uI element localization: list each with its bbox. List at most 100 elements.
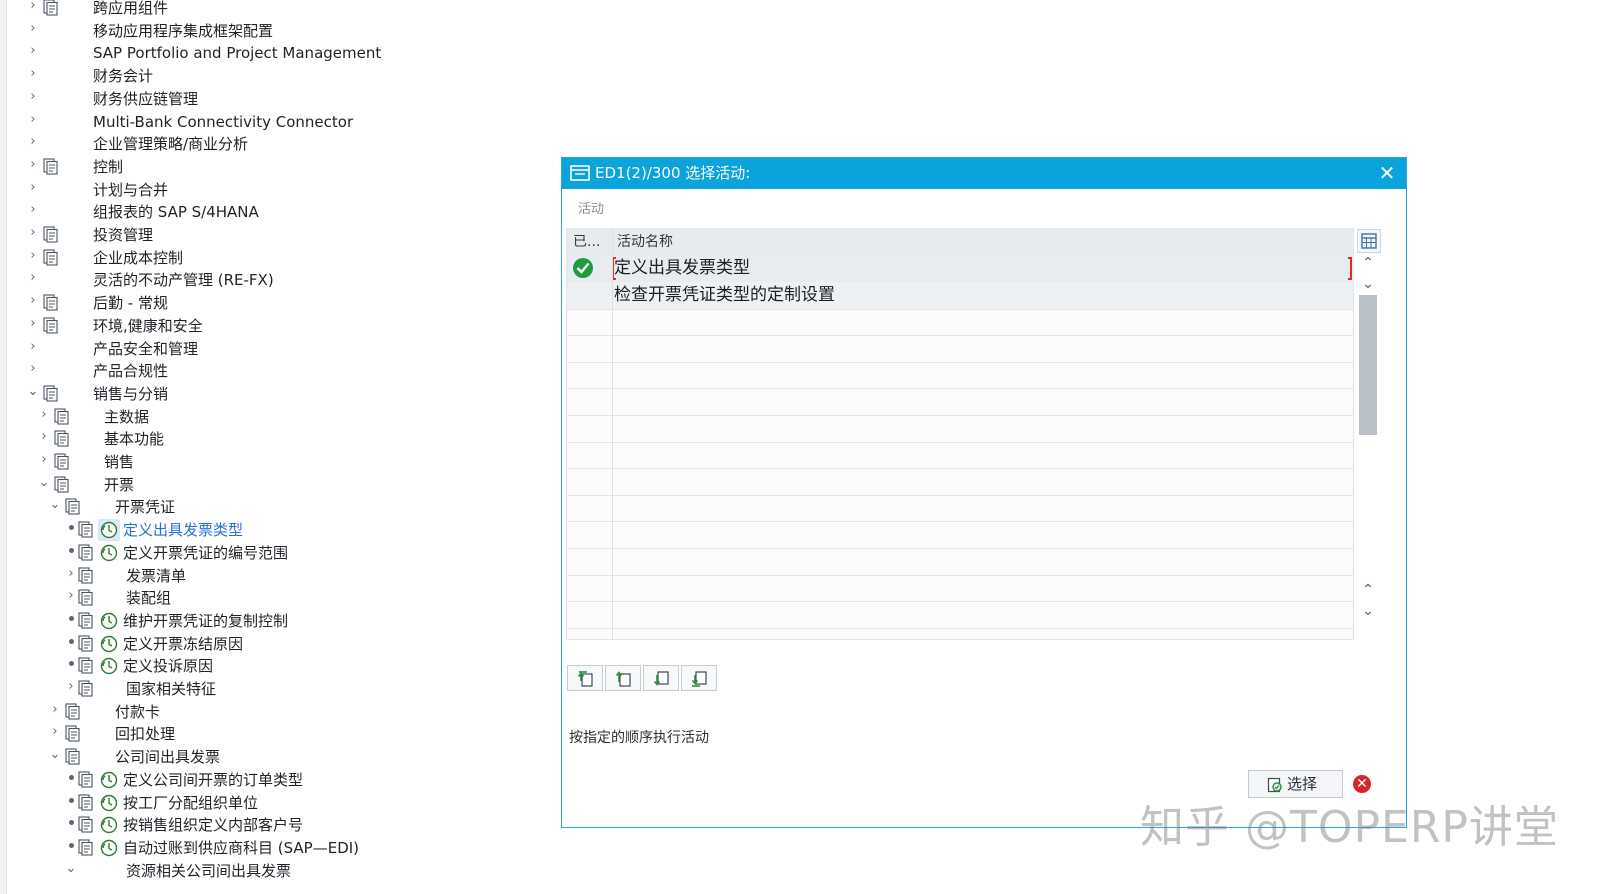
tree-node-label[interactable]: SAP Portfolio and Project Management: [93, 42, 381, 64]
tree-node[interactable]: › 财务会计: [0, 65, 540, 88]
tree-node-label[interactable]: 组报表的 SAP S/4HANA: [93, 201, 259, 223]
tree-node-label[interactable]: 按工厂分配组织单位: [123, 792, 258, 814]
vertical-scrollbar-thumb[interactable]: [1359, 295, 1377, 435]
expand-chevron-icon[interactable]: ›: [49, 702, 61, 717]
tree-node[interactable]: › 控制: [0, 156, 540, 179]
tree-node[interactable]: › 销售: [0, 451, 540, 474]
expand-chevron-icon[interactable]: ›: [27, 0, 39, 13]
tree-node-label[interactable]: Multi-Bank Connectivity Connector: [93, 111, 353, 133]
expand-chevron-icon[interactable]: ›: [38, 453, 50, 467]
tree-node-label[interactable]: 自动过账到供应商科目 (SAP—EDI): [123, 837, 359, 859]
tree-node[interactable]: › 装配组: [0, 587, 540, 610]
tree-node[interactable]: 维护开票凭证的复制控制: [0, 610, 540, 633]
expand-chevron-icon[interactable]: ›: [27, 203, 39, 217]
tree-node-label[interactable]: 公司间出具发票: [115, 746, 220, 768]
tree-node-label[interactable]: 基本功能: [104, 428, 164, 450]
column-header-done[interactable]: 已...: [573, 229, 600, 255]
tree-node[interactable]: › 主数据: [0, 406, 540, 429]
move-bottom-button[interactable]: [681, 665, 717, 691]
tree-node-label[interactable]: 回扣处理: [115, 723, 175, 745]
expand-chevron-icon[interactable]: ›: [27, 135, 39, 149]
documentation-icon[interactable]: [65, 498, 80, 515]
documentation-icon[interactable]: [78, 771, 93, 788]
empty-table-row[interactable]: [567, 494, 1353, 523]
tree-node-label[interactable]: 计划与合并: [93, 179, 168, 201]
expand-chevron-icon[interactable]: ›: [27, 316, 39, 331]
tree-node[interactable]: 定义开票凭证的编号范围: [0, 542, 540, 565]
tree-node[interactable]: › 回扣处理: [0, 723, 540, 746]
dialog-title-bar[interactable]: ED1(2)/300 选择活动: ✕: [562, 158, 1406, 189]
execute-activity-icon[interactable]: [98, 542, 120, 564]
tree-node[interactable]: › 计划与合并: [0, 179, 540, 202]
documentation-icon[interactable]: [78, 793, 93, 811]
tree-node-label[interactable]: 销售: [104, 451, 134, 473]
empty-table-row[interactable]: [567, 521, 1353, 549]
column-header-activity-name[interactable]: 活动名称: [617, 229, 673, 255]
expand-chevron-icon[interactable]: ›: [27, 248, 39, 263]
documentation-icon[interactable]: [78, 544, 93, 561]
execute-activity-icon[interactable]: [98, 837, 120, 859]
tree-node-label[interactable]: 开票凭证: [115, 496, 175, 518]
select-button[interactable]: 选择: [1248, 770, 1343, 798]
documentation-icon[interactable]: [78, 816, 93, 833]
empty-table-row[interactable]: [567, 548, 1353, 576]
tree-node[interactable]: 按销售组织定义内部客户号: [0, 814, 540, 837]
page-up-icon[interactable]: ⌃: [1357, 580, 1379, 600]
cancel-button[interactable]: ✕: [1347, 770, 1377, 798]
tree-node[interactable]: › 国家相关特征: [0, 678, 540, 701]
tree-node-label[interactable]: 产品安全和管理: [93, 338, 198, 360]
tree-node[interactable]: › 环境,健康和安全: [0, 315, 540, 338]
expand-chevron-icon[interactable]: ›: [27, 294, 39, 308]
tree-node-label[interactable]: 国家相关特征: [126, 678, 216, 700]
scroll-down-icon[interactable]: ⌄: [1357, 274, 1379, 294]
documentation-icon[interactable]: [54, 453, 69, 470]
documentation-icon[interactable]: [54, 408, 69, 425]
documentation-icon[interactable]: [78, 566, 93, 584]
tree-node-label[interactable]: 移动应用程序集成框架配置: [93, 20, 273, 42]
scroll-up-icon[interactable]: ⌃: [1357, 253, 1379, 273]
tree-node[interactable]: 定义投诉原因: [0, 655, 540, 678]
tree-node[interactable]: ⌄ 公司间出具发票: [0, 746, 540, 769]
expand-chevron-icon[interactable]: ›: [27, 44, 39, 58]
expand-chevron-icon[interactable]: ›: [27, 362, 39, 376]
execute-activity-icon[interactable]: [98, 519, 120, 542]
documentation-icon[interactable]: [43, 385, 58, 402]
execute-activity-icon[interactable]: [98, 633, 120, 655]
empty-table-row[interactable]: [567, 308, 1353, 337]
tree-node-label[interactable]: 定义开票凭证的编号范围: [123, 542, 288, 564]
documentation-icon[interactable]: [78, 839, 93, 856]
tree-node-label[interactable]: 产品合规性: [93, 360, 168, 382]
empty-table-row[interactable]: [567, 468, 1353, 496]
documentation-icon[interactable]: [78, 589, 93, 606]
tree-node-label[interactable]: 定义公司间开票的订单类型: [123, 769, 303, 791]
tree-node[interactable]: › 企业成本控制: [0, 247, 540, 270]
execute-activity-icon[interactable]: [98, 610, 120, 632]
tree-node-label[interactable]: 控制: [93, 156, 123, 178]
tree-node[interactable]: › 基本功能: [0, 428, 540, 451]
empty-table-row[interactable]: [567, 415, 1353, 443]
documentation-icon[interactable]: [78, 635, 93, 652]
expand-chevron-icon[interactable]: ›: [27, 339, 39, 354]
page-down-icon[interactable]: ⌄: [1357, 601, 1379, 621]
tree-node[interactable]: ⌄ 销售与分销: [0, 383, 540, 406]
tree-node[interactable]: › 跨应用组件: [0, 0, 540, 20]
execute-activity-icon[interactable]: [98, 792, 120, 814]
tree-node[interactable]: › 付款卡: [0, 701, 540, 724]
empty-table-row[interactable]: [567, 361, 1353, 390]
tree-node[interactable]: › Multi-Bank Connectivity Connector: [0, 111, 540, 134]
tree-node-label[interactable]: 定义开票冻结原因: [123, 633, 243, 655]
execute-activity-icon[interactable]: [98, 814, 120, 836]
documentation-icon[interactable]: [43, 249, 58, 266]
tree-node-label[interactable]: 跨应用组件: [93, 0, 168, 19]
table-row[interactable]: 检查开票凭证类型的定制设置: [567, 281, 1353, 310]
table-settings-icon[interactable]: [1357, 229, 1381, 253]
tree-node-label[interactable]: 装配组: [126, 587, 171, 609]
tree-node[interactable]: ⌄ 开票: [0, 474, 540, 497]
tree-node-label[interactable]: 开票: [104, 474, 134, 496]
expand-chevron-icon[interactable]: ›: [38, 430, 50, 444]
tree-node-label[interactable]: 资源相关公司间出具发票: [126, 860, 291, 882]
execute-activity-icon[interactable]: [98, 769, 120, 791]
expand-chevron-icon[interactable]: ›: [27, 67, 39, 81]
tree-node-label[interactable]: 财务会计: [93, 65, 153, 87]
tree-node[interactable]: › 后勤 - 常规: [0, 292, 540, 315]
